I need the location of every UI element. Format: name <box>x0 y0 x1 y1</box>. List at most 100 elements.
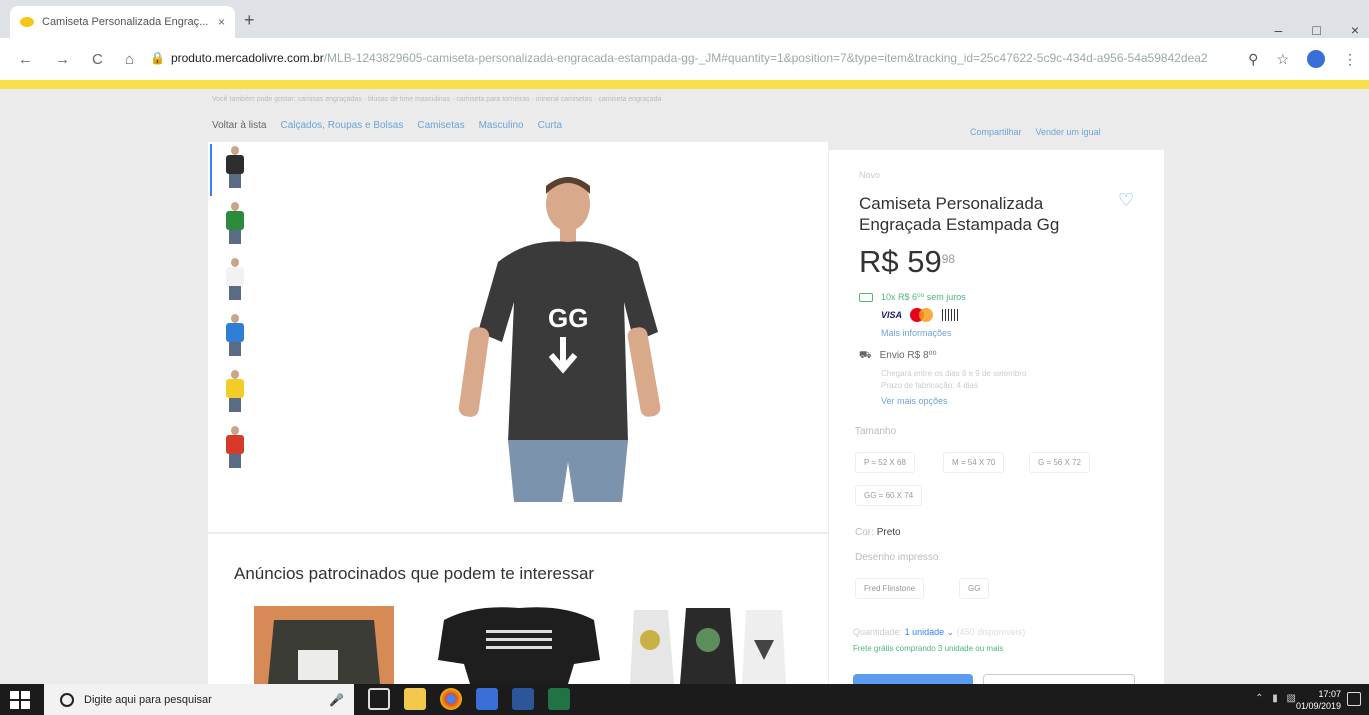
address-bar[interactable]: 🔒 produto.mercadolivre.com.br/MLB-1243829… <box>150 51 1270 73</box>
color-row: Cor: Preto <box>855 527 901 538</box>
minimize-button[interactable]: – <box>1275 22 1283 38</box>
url-path: /MLB-1243829605-camiseta-personalizada-e… <box>323 51 1208 65</box>
new-tab-button[interactable]: + <box>244 10 255 31</box>
favorite-heart-icon[interactable]: ♡ <box>1118 190 1134 211</box>
sell-one-link[interactable]: Vender um igual <box>1036 127 1101 137</box>
cortana-icon <box>60 692 74 707</box>
thumbnail[interactable] <box>220 314 250 360</box>
tab-title: Camiseta Personalizada Engraç... <box>42 16 209 28</box>
shipping-price: Envio R$ 8⁰⁰ <box>879 350 937 361</box>
more-shipping-options-link[interactable]: Ver mais opções <box>881 396 948 406</box>
breadcrumb-item[interactable]: Masculino <box>479 120 524 131</box>
visa-icon: VISA <box>881 310 903 320</box>
installments: 10x R$ 6⁰⁰ sem juros <box>859 292 966 303</box>
sponsored-section: Anúncios patrocinados que podem te inter… <box>208 534 828 684</box>
quantity-label: Quantidade: <box>853 627 903 637</box>
page-actions: Compartilhar Vender um igual <box>970 127 1101 137</box>
add-to-cart-button[interactable] <box>983 674 1135 684</box>
tab-close-icon[interactable]: × <box>218 15 225 29</box>
window-controls: – □ × <box>1275 22 1359 38</box>
related-searches[interactable]: Você também pode gostar: camisas engraça… <box>212 96 661 103</box>
maximize-button[interactable]: □ <box>1312 22 1320 38</box>
excel-icon[interactable] <box>548 688 570 710</box>
browser-toolbar: ← → C ⌂ 🔒 produto.mercadolivre.com.br/MLB… <box>0 38 1369 84</box>
taskbar-search-input[interactable]: Digite aqui para pesquisar 🎤 <box>44 684 354 715</box>
shipping-row: ⛟ Envio R$ 8⁰⁰ <box>859 350 937 363</box>
sponsored-item-image[interactable] <box>254 600 394 684</box>
taskbar-clock[interactable]: 17:07 01/09/2019 <box>1296 688 1341 712</box>
system-tray-icons[interactable]: ⌃ ▮ ▧ <box>1255 693 1299 704</box>
mastercard-icon <box>910 308 934 322</box>
shipping-details: Chegará entre os dias 6 e 9 de setembro … <box>881 368 1026 392</box>
thumbnail[interactable] <box>220 426 250 472</box>
condition-label: Novo <box>859 170 881 180</box>
browser-tab[interactable]: Camiseta Personalizada Engraç... × <box>10 6 235 38</box>
design-label: Desenho impresso <box>855 552 939 563</box>
profile-avatar[interactable] <box>1307 50 1325 68</box>
thumbnail[interactable] <box>220 202 250 248</box>
buy-box: Novo Camiseta Personalizada Engraçada Es… <box>828 150 1164 684</box>
mercadolivre-favicon-icon <box>20 17 34 27</box>
file-explorer-icon[interactable] <box>404 688 426 710</box>
size-option[interactable]: G = 56 X 72 <box>1029 452 1090 473</box>
size-label: Tamanho <box>855 426 897 437</box>
color-value: Preto <box>876 527 901 538</box>
home-button[interactable]: ⌂ <box>125 51 134 68</box>
notification-icon[interactable] <box>1347 692 1361 706</box>
size-option[interactable]: M = 54 X 70 <box>943 452 1005 473</box>
product-main-image[interactable]: GG <box>438 172 668 502</box>
menu-dots-icon[interactable]: ⋮ <box>1343 51 1357 68</box>
breadcrumb: Voltar à lista Calçados, Roupas e Bolsas… <box>212 120 562 131</box>
product-gallery: GG <box>208 142 828 532</box>
microphone-icon[interactable]: 🎤 <box>329 693 344 707</box>
color-label: Cor: <box>855 527 874 538</box>
breadcrumb-item[interactable]: Calçados, Roupas e Bolsas <box>280 120 403 131</box>
price-main: R$ 59 <box>859 244 942 279</box>
installments-text: 10x R$ 6⁰⁰ sem juros <box>881 292 966 302</box>
back-to-list-link[interactable]: Voltar à lista <box>212 120 266 131</box>
manufacturing-time: Prazo de fabricação: 4 dias <box>881 381 978 390</box>
thumbnail[interactable] <box>220 258 250 304</box>
share-link[interactable]: Compartilhar <box>970 127 1022 137</box>
reload-button[interactable]: C <box>92 51 103 68</box>
sponsored-item-image[interactable] <box>434 600 604 684</box>
size-option[interactable]: P = 52 X 68 <box>855 452 915 473</box>
thumbnail[interactable] <box>220 370 250 416</box>
windows-start-icon[interactable] <box>10 691 30 709</box>
sponsored-item-image[interactable] <box>628 600 788 684</box>
zoom-icon[interactable]: ⚲ <box>1248 51 1258 68</box>
sponsored-title: Anúncios patrocinados que podem te inter… <box>234 564 595 583</box>
size-option[interactable]: GG = 60 X 74 <box>855 485 923 506</box>
bookmark-star-icon[interactable]: ☆ <box>1276 51 1289 68</box>
browser-tabbar: Camiseta Personalizada Engraç... × + – □… <box>0 0 1369 38</box>
quantity-available: (450 disponíveis) <box>956 627 1026 637</box>
back-button[interactable]: ← <box>18 51 33 68</box>
product-price: R$ 5998 <box>859 244 955 280</box>
shipping-eta: Chegará entre os dias 6 e 9 de setembro <box>881 369 1027 378</box>
toolbar-right-icons: ⚲ ☆ ⋮ <box>1248 50 1357 68</box>
quantity-value: 1 unidade <box>904 627 945 637</box>
price-cents: 98 <box>941 252 956 266</box>
more-info-link[interactable]: Mais informações <box>881 328 952 338</box>
thumbnail[interactable] <box>220 146 250 192</box>
truck-icon: ⛟ <box>859 350 872 361</box>
breadcrumb-item[interactable]: Camisetas <box>417 120 464 131</box>
windows-taskbar: Digite aqui para pesquisar 🎤 ⌃ ▮ ▧ 17:07… <box>0 684 1369 715</box>
lock-icon: 🔒 <box>150 51 165 65</box>
breadcrumb-item[interactable]: Curta <box>538 120 562 131</box>
quantity-selector[interactable]: Quantidade: 1 unidade ⌄ (450 disponíveis… <box>853 627 1025 638</box>
word-icon[interactable] <box>512 688 534 710</box>
chrome-icon[interactable] <box>440 688 462 710</box>
buy-now-button[interactable] <box>853 674 973 684</box>
chevron-down-icon: ⌄ <box>946 627 955 637</box>
design-option[interactable]: GG <box>959 578 990 599</box>
clock-time: 17:07 <box>1318 689 1341 699</box>
url-domain: produto.mercadolivre.com.br <box>170 51 324 65</box>
task-view-icon[interactable] <box>368 688 390 710</box>
product-title: Camiseta Personalizada Engraçada Estampa… <box>859 194 1060 234</box>
design-option[interactable]: Fred Flinstone <box>855 578 925 599</box>
forward-button[interactable]: → <box>55 51 70 68</box>
close-window-button[interactable]: × <box>1351 22 1359 38</box>
photos-icon[interactable] <box>476 688 498 710</box>
search-placeholder: Digite aqui para pesquisar <box>84 693 212 706</box>
